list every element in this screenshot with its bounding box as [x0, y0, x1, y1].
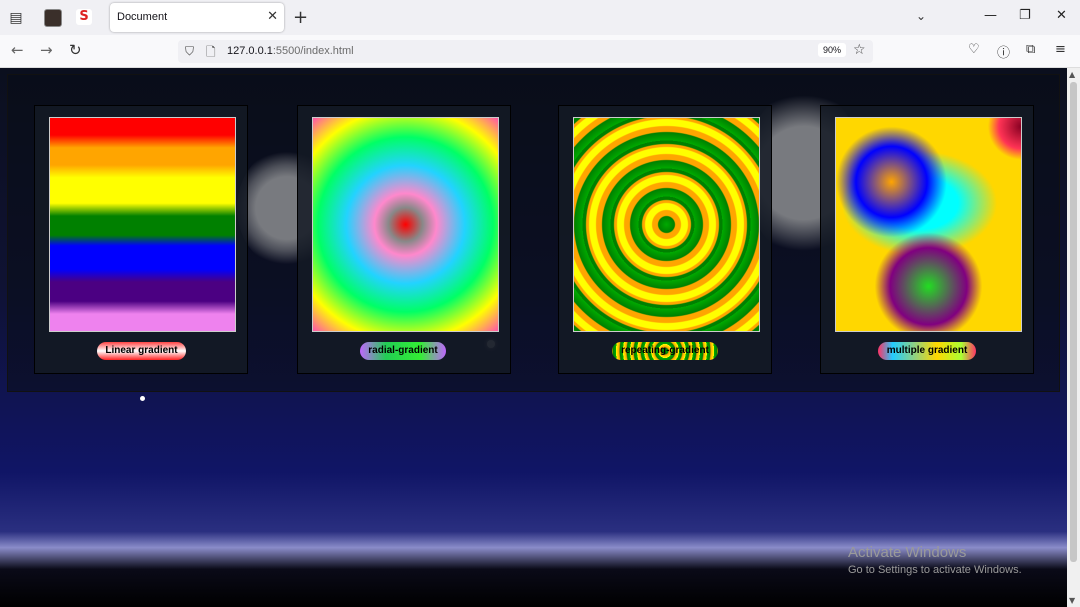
radial-gradient-button[interactable]: radial-gradient — [360, 342, 446, 360]
shield-icon[interactable]: ⛉ — [185, 44, 194, 59]
tab-title: Document — [117, 11, 168, 23]
bookmark-star-icon[interactable]: ☆ — [853, 42, 866, 58]
tab-close-icon[interactable]: ✕ — [267, 9, 278, 24]
watermark-subtitle: Go to Settings to activate Windows. — [848, 564, 1022, 576]
gradient-container: Linear gradient radial-gradient repeatin… — [7, 74, 1060, 392]
forward-icon[interactable]: → — [40, 41, 53, 59]
tab-list-icon[interactable]: ▤ — [6, 8, 26, 28]
extensions-icon[interactable]: ⧉ — [1026, 42, 1035, 57]
page-content: Linear gradient radial-gradient repeatin… — [0, 68, 1067, 607]
scroll-down-icon[interactable]: ▼ — [1069, 596, 1075, 605]
page-icon[interactable]: 🗋 — [206, 43, 216, 64]
repeating-gradient-box — [573, 117, 760, 332]
watermark-title: Activate Windows — [848, 544, 967, 561]
restore-icon[interactable]: ❐ — [1019, 8, 1031, 23]
vertical-scrollbar[interactable]: ▲ ▼ — [1067, 68, 1080, 607]
url-text[interactable]: 127.0.0.1:5500/index.html — [227, 45, 354, 57]
navigation-bar: ← → ↻ ⛉ 🗋 127.0.0.1:5500/index.html 90% … — [0, 35, 1080, 68]
close-window-icon[interactable]: ✕ — [1056, 8, 1067, 23]
multiple-gradient-box — [835, 117, 1022, 332]
scrollbar-thumb[interactable] — [1070, 82, 1077, 562]
scroll-up-icon[interactable]: ▲ — [1069, 70, 1075, 79]
repeating-gradient-button[interactable]: repeating-gradient — [612, 342, 718, 360]
radial-gradient-box — [312, 117, 499, 332]
multiple-gradient-button[interactable]: multiple gradient — [878, 342, 976, 360]
menu-icon[interactable]: ≡ — [1055, 42, 1066, 57]
gradient-card-repeating: repeating-gradient — [558, 105, 772, 374]
gradient-card-linear: Linear gradient — [34, 105, 248, 374]
info-icon[interactable]: ⓘ — [997, 42, 1010, 61]
minimize-icon[interactable]: — — [984, 8, 997, 23]
pocket-icon[interactable]: ♡ — [968, 42, 980, 57]
activate-windows-watermark: Activate Windows Go to Settings to activ… — [848, 544, 1022, 576]
pinned-tab-avatar-icon[interactable] — [44, 9, 62, 27]
active-tab[interactable]: Document ✕ — [110, 3, 284, 32]
star-dot — [140, 396, 145, 401]
new-tab-icon[interactable]: + — [293, 7, 308, 28]
address-bar[interactable]: ⛉ 🗋 127.0.0.1:5500/index.html 90% ☆ — [178, 40, 873, 63]
pinned-tab-s-icon[interactable]: S — [76, 9, 92, 25]
linear-gradient-button[interactable]: Linear gradient — [97, 342, 186, 360]
gradient-card-multiple: multiple gradient — [820, 105, 1034, 374]
gradient-card-radial: radial-gradient — [297, 105, 511, 374]
reload-icon[interactable]: ↻ — [69, 41, 82, 59]
linear-gradient-box — [49, 117, 236, 332]
url-path: :5500/index.html — [272, 45, 354, 57]
zoom-level[interactable]: 90% — [818, 43, 847, 57]
url-host: 127.0.0.1 — [227, 45, 273, 57]
chevron-down-icon[interactable]: ⌄ — [916, 9, 926, 23]
back-icon[interactable]: ← — [11, 41, 24, 59]
tab-strip: ▤ S Document ✕ + ⌄ — ❐ ✕ — [0, 0, 1080, 35]
